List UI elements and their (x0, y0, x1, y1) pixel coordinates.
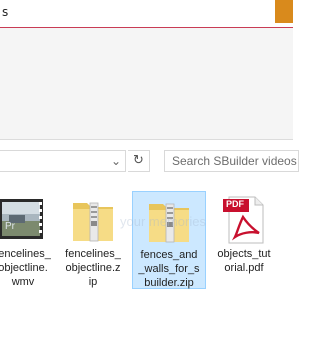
file-item-pdf[interactable]: PDF objects_tut orial.pdf (207, 191, 281, 289)
pdf-badge: PDF (226, 199, 244, 209)
search-placeholder: Search SBuilder videos (172, 154, 297, 168)
file-item-video[interactable]: Pr fencelines_ objectline. wmv (0, 191, 60, 289)
window-title: s (2, 5, 9, 19)
file-name: fencelines_ objectline.z ip (65, 248, 121, 288)
file-name: objects_tut orial.pdf (217, 248, 271, 274)
ribbon-area (0, 27, 293, 140)
svg-text:Pr: Pr (5, 221, 16, 232)
file-list: Pr fencelines_ objectline. wmv fenceline… (0, 180, 293, 351)
file-name: fences_and _walls_for_s builder.zip (138, 249, 200, 289)
file-item-zip[interactable]: fencelines_ objectline.z ip (56, 191, 130, 289)
refresh-icon: ↻ (133, 153, 144, 168)
pdf-icon: PDF (221, 193, 267, 249)
address-bar[interactable]: ⌄ (0, 150, 126, 172)
refresh-button[interactable]: ↻ (128, 150, 150, 172)
zip-folder-icon (70, 195, 116, 249)
file-item-zip-selected[interactable]: fences_and _walls_for_s builder.zip (132, 191, 206, 289)
close-window-button[interactable] (275, 0, 293, 23)
title-bar: s (0, 0, 293, 27)
file-name: fencelines_ objectline. wmv (0, 248, 51, 288)
chevron-down-icon[interactable]: ⌄ (110, 154, 122, 168)
zip-folder-icon (146, 196, 192, 250)
search-input[interactable]: Search SBuilder videos (164, 150, 299, 172)
video-thumbnail-icon: Pr (0, 199, 43, 243)
